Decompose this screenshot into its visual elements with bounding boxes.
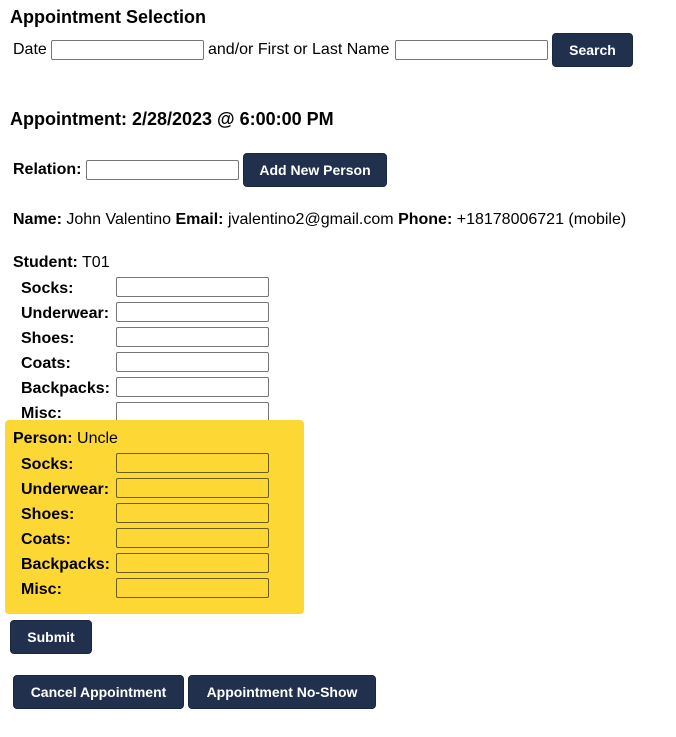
relation-label: Relation:	[13, 161, 82, 178]
student-heading: Student: T01	[13, 254, 110, 272]
student-underwear-label: Underwear:	[21, 305, 110, 322]
person-underwear-label: Underwear:	[21, 481, 110, 498]
appointment-no-show-button[interactable]: Appointment No-Show	[188, 675, 376, 709]
contact-email-label: Email:	[175, 211, 224, 228]
person-backpacks-input[interactable]	[116, 553, 269, 573]
student-coats-label: Coats:	[21, 355, 71, 372]
date-input[interactable]	[51, 40, 204, 60]
person-coats-input[interactable]	[116, 528, 269, 548]
person-backpacks-label: Backpacks:	[21, 556, 110, 573]
person-section-highlight: Person: Uncle Socks: Underwear: Shoes: C…	[5, 420, 304, 614]
person-coats-label: Coats:	[21, 531, 71, 548]
date-label: Date	[13, 41, 47, 58]
person-underwear-input[interactable]	[116, 478, 269, 498]
contact-phone-label: Phone:	[398, 211, 453, 228]
add-new-person-button[interactable]: Add New Person	[243, 153, 387, 187]
student-socks-label: Socks:	[21, 280, 74, 297]
appointment-title: Appointment: 2/28/2023 @ 6:00:00 PM	[10, 109, 334, 129]
person-value: Uncle	[77, 430, 118, 447]
student-misc-input[interactable]	[116, 402, 269, 422]
student-shoes-input[interactable]	[116, 327, 269, 347]
contact-email-value: jvalentino2@gmail.com	[227, 211, 394, 228]
cancel-appointment-button[interactable]: Cancel Appointment	[13, 675, 184, 709]
person-shoes-input[interactable]	[116, 503, 269, 523]
person-label: Person:	[13, 430, 73, 447]
person-shoes-label: Shoes:	[21, 506, 75, 523]
name-label: and/or First or Last Name	[208, 41, 390, 58]
page-title: Appointment Selection	[10, 7, 207, 27]
contact-name-value: John Valentino	[66, 211, 172, 228]
person-misc-input[interactable]	[116, 578, 269, 598]
student-coats-input[interactable]	[116, 352, 269, 372]
student-backpacks-input[interactable]	[116, 377, 269, 397]
search-button[interactable]: Search	[552, 33, 633, 67]
relation-input[interactable]	[86, 160, 239, 180]
person-heading: Person: Uncle	[13, 430, 118, 448]
contact-phone-value: +18178006721 (mobile)	[456, 211, 627, 228]
person-misc-label: Misc:	[21, 581, 62, 598]
person-socks-input[interactable]	[116, 453, 269, 473]
student-underwear-input[interactable]	[116, 302, 269, 322]
person-socks-label: Socks:	[21, 456, 74, 473]
student-socks-input[interactable]	[116, 277, 269, 297]
submit-button[interactable]: Submit	[10, 620, 92, 654]
student-label: Student:	[13, 254, 78, 271]
student-backpacks-label: Backpacks:	[21, 380, 110, 397]
contact-name-label: Name:	[13, 211, 62, 228]
contact-info: Name: John Valentino Email: jvalentino2@…	[13, 211, 626, 229]
student-shoes-label: Shoes:	[21, 330, 75, 347]
student-value: T01	[82, 254, 110, 271]
name-search-input[interactable]	[395, 40, 548, 60]
